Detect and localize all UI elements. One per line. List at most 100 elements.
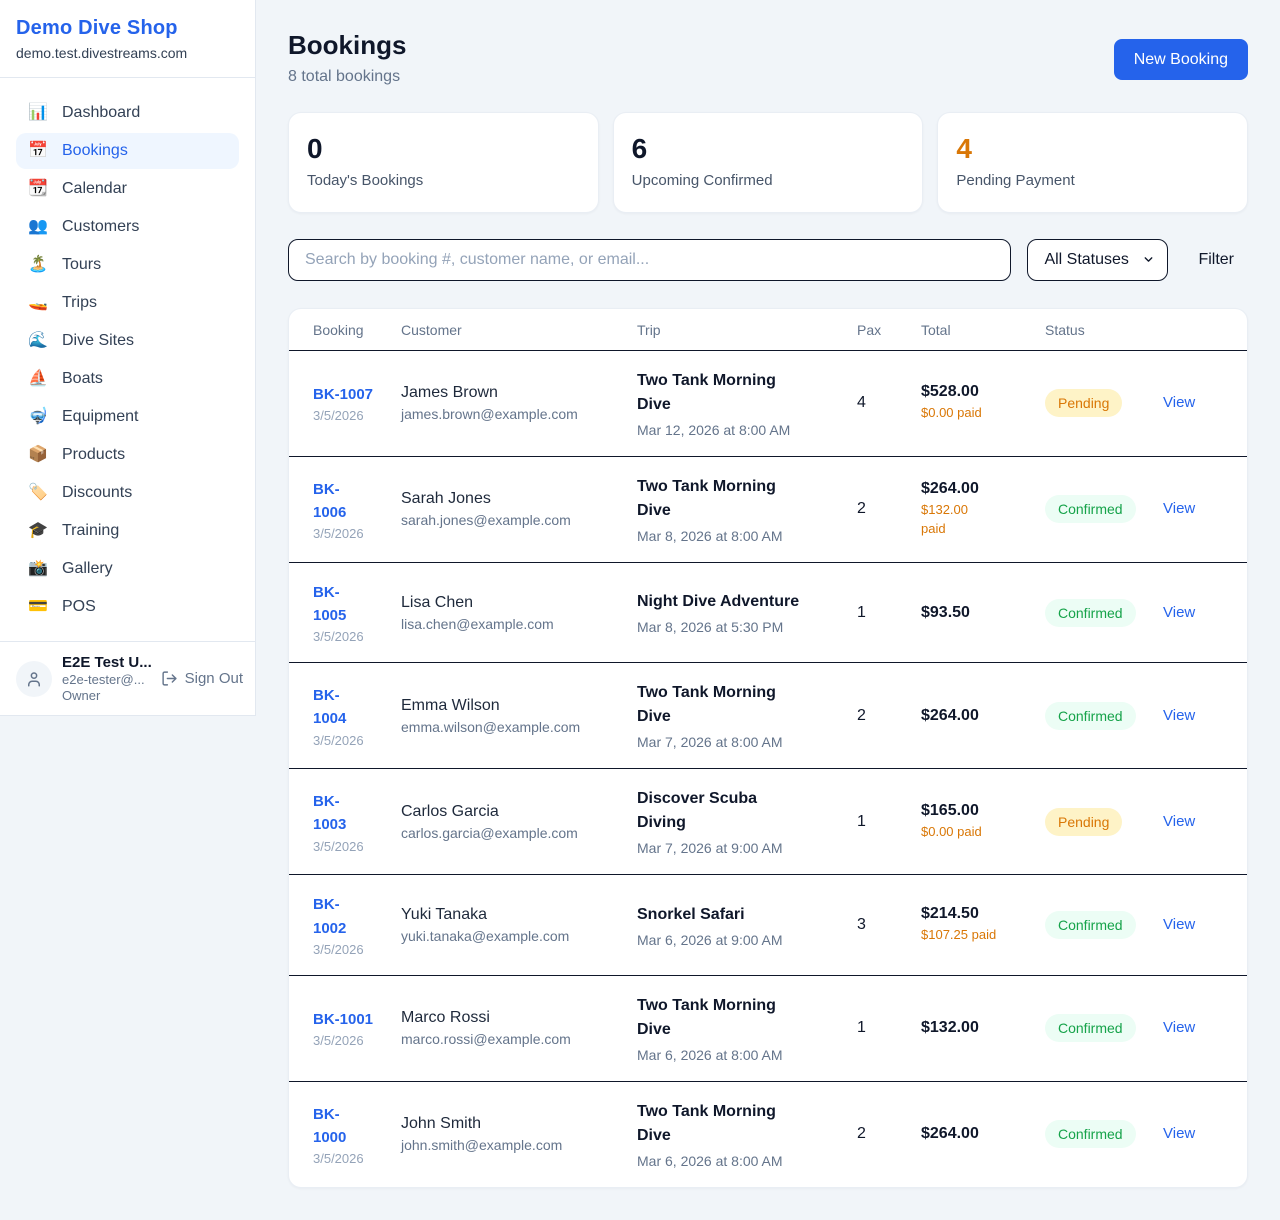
booking-id-link[interactable]: BK- 1002 xyxy=(313,893,346,940)
table-row: BK- 1003 3/5/2026 Carlos Garcia carlos.g… xyxy=(289,768,1247,874)
status-badge: Pending xyxy=(1045,389,1122,417)
nav-item-label: Customers xyxy=(62,218,139,236)
view-link[interactable]: View xyxy=(1163,1019,1195,1036)
table-row: BK- 1000 3/5/2026 John Smith john.smith@… xyxy=(289,1081,1247,1187)
nav-item-icon: 🎓 xyxy=(28,523,48,539)
user-icon xyxy=(25,670,43,688)
status-badge: Confirmed xyxy=(1045,702,1136,730)
sidebar-item-dashboard[interactable]: 📊 Dashboard xyxy=(16,95,239,131)
paid-amount: $0.00 paid xyxy=(921,404,1045,423)
view-link[interactable]: View xyxy=(1163,916,1195,933)
total-amount: $132.00 xyxy=(921,1019,1045,1037)
trip-name: Discover Scuba Diving xyxy=(637,787,857,835)
total-amount: $214.50 xyxy=(921,905,1045,923)
booking-id-link[interactable]: BK- 1000 xyxy=(313,1103,346,1150)
sidebar-item-trips[interactable]: 🚤 Trips xyxy=(16,285,239,321)
trip-name: Two Tank Morning Dive xyxy=(637,994,857,1042)
view-link[interactable]: View xyxy=(1163,707,1195,724)
customer-email: carlos.garcia@example.com xyxy=(401,825,637,841)
col-header-status: Status xyxy=(1045,322,1163,338)
table-header-row: Booking Customer Trip Pax Total Status xyxy=(289,309,1247,350)
trip-name: Two Tank Morning Dive xyxy=(637,475,857,523)
trip-name: Two Tank Morning Dive xyxy=(637,681,857,729)
customer-email: marco.rossi@example.com xyxy=(401,1031,637,1047)
sidebar-header: Demo Dive Shop demo.test.divestreams.com xyxy=(0,0,255,78)
filter-button[interactable]: Filter xyxy=(1184,251,1248,269)
booking-id-link[interactable]: BK-1001 xyxy=(313,1008,373,1031)
booking-date: 3/5/2026 xyxy=(313,942,401,957)
nav-item-label: Boats xyxy=(62,370,103,388)
status-select[interactable]: All Statuses xyxy=(1027,239,1168,281)
new-booking-button[interactable]: New Booking xyxy=(1114,39,1248,80)
view-link[interactable]: View xyxy=(1163,813,1195,830)
view-link[interactable]: View xyxy=(1163,500,1195,517)
trip-name: Two Tank Morning Dive xyxy=(637,1100,857,1148)
booking-date: 3/5/2026 xyxy=(313,733,401,748)
status-badge: Confirmed xyxy=(1045,911,1136,939)
booking-id-link[interactable]: BK- 1003 xyxy=(313,790,346,837)
filter-row: All Statuses Filter xyxy=(288,239,1248,281)
trip-datetime: Mar 8, 2026 at 5:30 PM xyxy=(637,619,857,635)
col-header-trip: Trip xyxy=(637,322,857,338)
stat-value: 6 xyxy=(632,134,905,165)
nav-item-icon: 📆 xyxy=(28,181,48,197)
customer-email: james.brown@example.com xyxy=(401,406,637,422)
sign-out-button[interactable]: Sign Out xyxy=(161,670,243,687)
nav-item-icon: 📦 xyxy=(28,447,48,463)
pax-count: 4 xyxy=(857,394,921,412)
nav-item-icon: 🏝️ xyxy=(28,257,48,273)
stat-value: 0 xyxy=(307,134,580,165)
nav-item-icon: 📅 xyxy=(28,143,48,159)
sidebar-nav: 📊 Dashboard 📅 Bookings 📆 Calendar 👥 Cust… xyxy=(0,78,255,641)
search-input[interactable] xyxy=(288,239,1011,281)
table-row: BK- 1006 3/5/2026 Sarah Jones sarah.jone… xyxy=(289,456,1247,562)
booking-id-link[interactable]: BK-1007 xyxy=(313,383,373,406)
booking-date: 3/5/2026 xyxy=(313,408,401,423)
pax-count: 1 xyxy=(857,813,921,831)
page-header: Bookings 8 total bookings New Booking xyxy=(288,30,1248,86)
booking-date: 3/5/2026 xyxy=(313,526,401,541)
customer-email: sarah.jones@example.com xyxy=(401,512,637,528)
nav-item-icon: 📸 xyxy=(28,561,48,577)
booking-id-link[interactable]: BK- 1004 xyxy=(313,684,346,731)
view-link[interactable]: View xyxy=(1163,1125,1195,1142)
sidebar-item-gallery[interactable]: 📸 Gallery xyxy=(16,551,239,587)
pax-count: 2 xyxy=(857,500,921,518)
nav-item-label: Training xyxy=(62,522,119,540)
nav-item-icon: 🏷️ xyxy=(28,485,48,501)
booking-id-link[interactable]: BK- 1006 xyxy=(313,478,346,525)
view-link[interactable]: View xyxy=(1163,394,1195,411)
customer-name: Emma Wilson xyxy=(401,697,637,715)
nav-item-label: Calendar xyxy=(62,180,127,198)
stat-value: 4 xyxy=(956,134,1229,165)
booking-id-link[interactable]: BK- 1005 xyxy=(313,581,346,628)
nav-item-label: POS xyxy=(62,598,96,616)
nav-item-label: Trips xyxy=(62,294,97,312)
view-link[interactable]: View xyxy=(1163,604,1195,621)
total-amount: $264.00 xyxy=(921,707,1045,725)
status-badge: Confirmed xyxy=(1045,599,1136,627)
sidebar-item-discounts[interactable]: 🏷️ Discounts xyxy=(16,475,239,511)
app-root: Demo Dive Shop demo.test.divestreams.com… xyxy=(0,0,1280,1220)
sign-out-icon xyxy=(161,670,178,687)
sidebar-item-pos[interactable]: 💳 POS xyxy=(16,589,239,625)
sidebar-item-customers[interactable]: 👥 Customers xyxy=(16,209,239,245)
sidebar-item-dive-sites[interactable]: 🌊 Dive Sites xyxy=(16,323,239,359)
main-content: Bookings 8 total bookings New Booking 0 … xyxy=(256,0,1280,1220)
sidebar-item-products[interactable]: 📦 Products xyxy=(16,437,239,473)
sidebar-item-calendar[interactable]: 📆 Calendar xyxy=(16,171,239,207)
sidebar-item-tours[interactable]: 🏝️ Tours xyxy=(16,247,239,283)
nav-item-icon: ⛵ xyxy=(28,371,48,387)
nav-item-label: Equipment xyxy=(62,408,139,426)
sidebar-item-equipment[interactable]: 🤿 Equipment xyxy=(16,399,239,435)
pax-count: 2 xyxy=(857,707,921,725)
sidebar-item-bookings[interactable]: 📅 Bookings xyxy=(16,133,239,169)
table-row: BK- 1005 3/5/2026 Lisa Chen lisa.chen@ex… xyxy=(289,562,1247,663)
trip-datetime: Mar 6, 2026 at 8:00 AM xyxy=(637,1047,857,1063)
sidebar-item-training[interactable]: 🎓 Training xyxy=(16,513,239,549)
nav-item-icon: 🚤 xyxy=(28,295,48,311)
customer-email: emma.wilson@example.com xyxy=(401,719,637,735)
status-badge: Confirmed xyxy=(1045,1014,1136,1042)
status-badge: Confirmed xyxy=(1045,1120,1136,1148)
sidebar-item-boats[interactable]: ⛵ Boats xyxy=(16,361,239,397)
